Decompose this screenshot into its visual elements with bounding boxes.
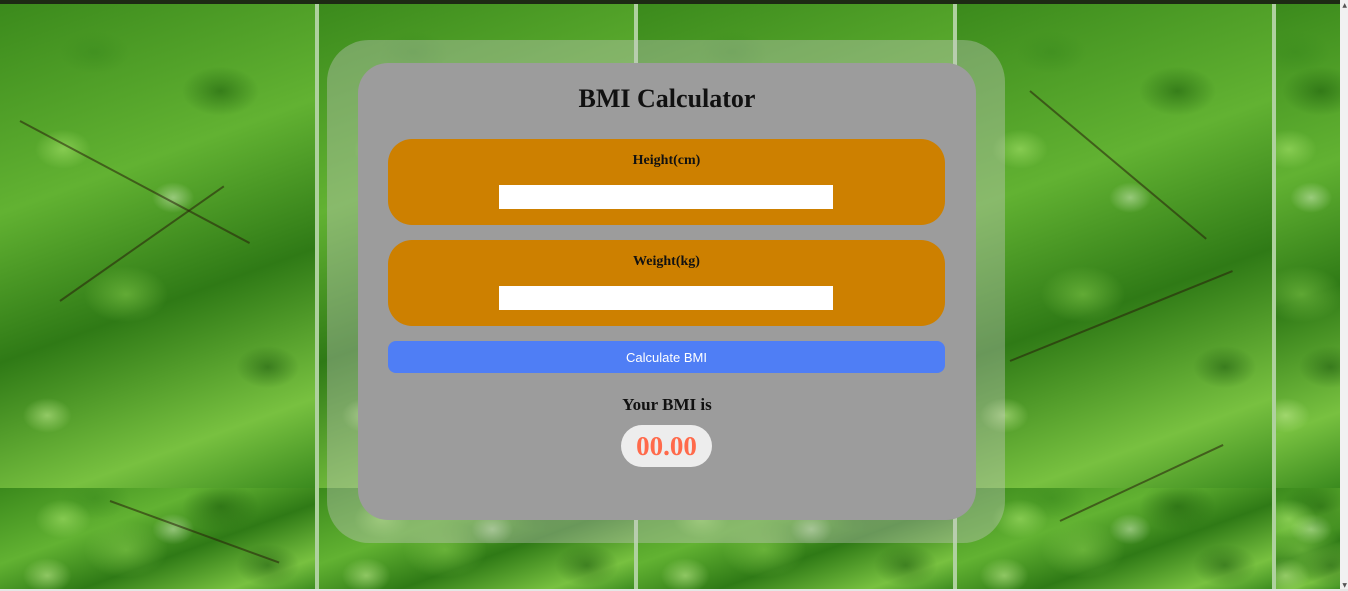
vertical-scrollbar[interactable]: ▲ ▼: [1340, 0, 1348, 591]
bmi-result-value: 00.00: [621, 425, 712, 467]
weight-input[interactable]: [499, 286, 833, 310]
bmi-card: BMI Calculator Height(cm) Weight(kg) Cal…: [358, 63, 976, 520]
calculate-bmi-button[interactable]: Calculate BMI: [388, 341, 945, 373]
scroll-up-icon[interactable]: ▲: [1342, 2, 1347, 9]
weight-field-box: Weight(kg): [388, 240, 945, 326]
weight-label: Weight(kg): [633, 254, 700, 269]
height-field-box: Height(cm): [388, 139, 945, 225]
result-label: Your BMI is: [622, 395, 712, 414]
page: BMI Calculator Height(cm) Weight(kg) Cal…: [0, 0, 1348, 591]
page-title: BMI Calculator: [578, 84, 756, 113]
top-border: [0, 0, 1348, 4]
scroll-down-icon[interactable]: ▼: [1342, 582, 1347, 589]
height-input[interactable]: [499, 185, 833, 209]
height-label: Height(cm): [632, 153, 701, 168]
